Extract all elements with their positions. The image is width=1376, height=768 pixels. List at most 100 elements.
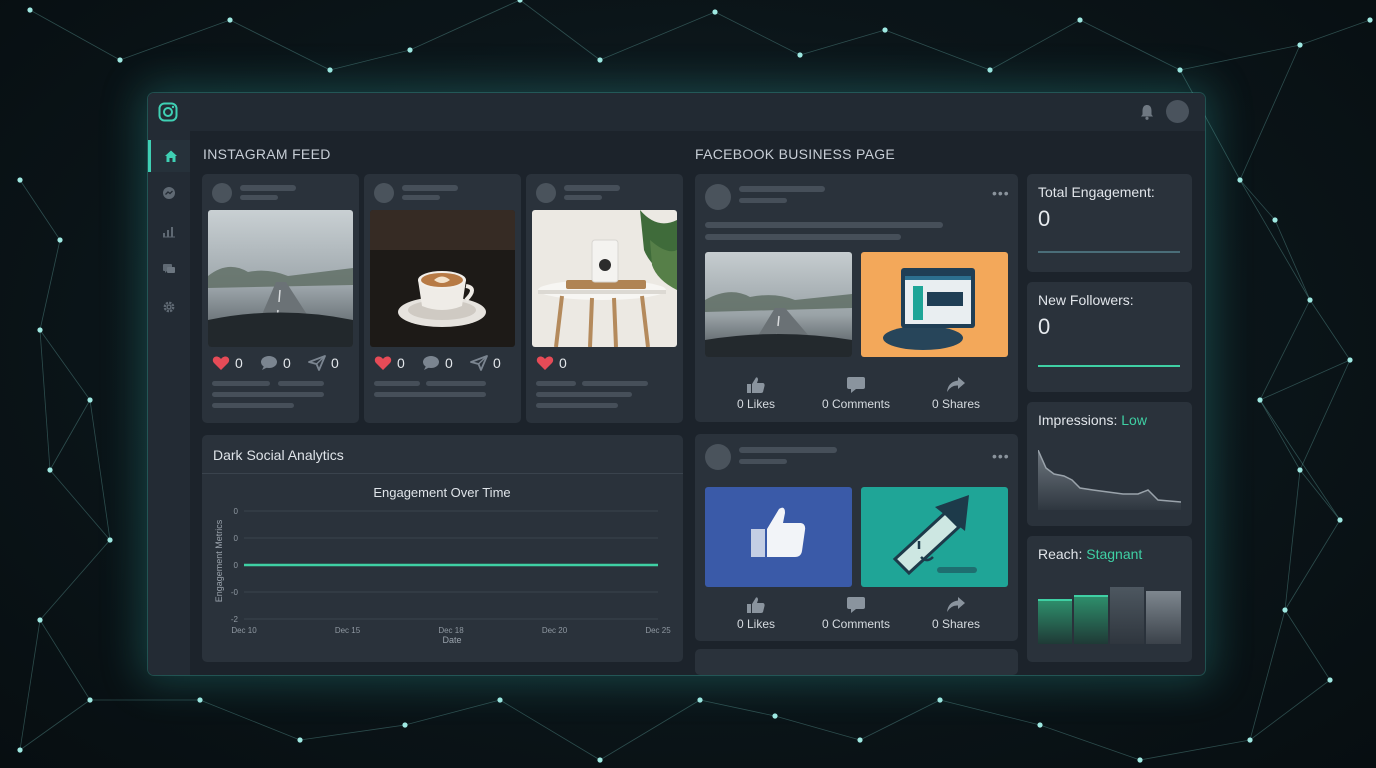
- share-button[interactable]: 0 Shares: [911, 596, 1001, 631]
- metric-label: New Followers:: [1038, 292, 1134, 308]
- comment-count[interactable]: 0: [260, 355, 291, 371]
- y-tick-label: 0: [234, 561, 239, 570]
- heart-icon: [536, 356, 554, 370]
- post-image[interactable]: [705, 487, 852, 587]
- y-tick-label: 0: [234, 507, 239, 516]
- new-followers-card: New Followers: 0: [1027, 282, 1192, 392]
- placeholder-line: [240, 185, 296, 191]
- facebook-post-card[interactable]: ••• 0 Likes 0 Comments 0 Shares: [695, 434, 1018, 641]
- placeholder-line: [582, 381, 648, 386]
- placeholder-line: [739, 186, 825, 192]
- post-image[interactable]: [861, 487, 1008, 587]
- sidebar-item-settings[interactable]: [148, 291, 190, 323]
- sidebar-item-messages[interactable]: [148, 253, 190, 285]
- post-image[interactable]: [532, 210, 677, 347]
- reach-bars: [1038, 587, 1181, 644]
- instagram-post-card[interactable]: 0: [526, 174, 683, 423]
- divider: [202, 473, 683, 474]
- instagram-feed-title: INSTAGRAM FEED: [203, 146, 331, 162]
- total-engagement-card: Total Engagement: 0: [1027, 174, 1192, 272]
- dashboard-window: INSTAGRAM FEED 0 0 0 0 0 0 0 Dark Social…: [148, 93, 1205, 675]
- y-axis-label: Engagement Metrics: [214, 519, 224, 602]
- impressions-card: Impressions: Low: [1027, 402, 1192, 526]
- metric-label: Reach: Stagnant: [1038, 546, 1143, 562]
- reach-card: Reach: Stagnant: [1027, 536, 1192, 662]
- x-tick-label: Dec 20: [542, 626, 568, 635]
- placeholder-line: [426, 381, 486, 386]
- placeholder-line: [402, 185, 458, 191]
- like-count[interactable]: 0: [536, 355, 567, 371]
- placeholder-line: [705, 234, 901, 240]
- placeholder-line: [536, 403, 618, 408]
- placeholder-line: [705, 222, 943, 228]
- placeholder-line: [564, 185, 620, 191]
- more-options-icon[interactable]: •••: [992, 448, 1010, 464]
- sidebar-item-home[interactable]: [148, 140, 190, 172]
- facebook-page-title: FACEBOOK BUSINESS PAGE: [695, 146, 896, 162]
- thumbs-up-icon: [747, 377, 765, 393]
- x-tick-label: Dec 15: [335, 626, 361, 635]
- comment-count[interactable]: 0: [422, 355, 453, 371]
- share-button[interactable]: 0 Shares: [911, 376, 1001, 411]
- post-image[interactable]: [370, 210, 515, 347]
- comment-button[interactable]: 0 Comments: [811, 376, 901, 411]
- like-button[interactable]: 0 Likes: [711, 376, 801, 411]
- home-icon: [164, 150, 177, 162]
- status-text: Low: [1121, 412, 1147, 428]
- y-tick-label: 0: [234, 534, 239, 543]
- sparkline: [1038, 251, 1180, 253]
- placeholder-line: [536, 392, 632, 397]
- send-icon: [470, 355, 488, 371]
- instagram-post-card[interactable]: 0 0 0: [202, 174, 359, 423]
- comment-icon: [847, 597, 865, 613]
- heart-icon: [212, 356, 230, 370]
- placeholder-line: [564, 195, 602, 200]
- metric-label: Total Engagement:: [1038, 184, 1155, 200]
- post-image[interactable]: [705, 252, 852, 357]
- comment-button[interactable]: 0 Comments: [811, 596, 901, 631]
- like-button[interactable]: 0 Likes: [711, 596, 801, 631]
- gear-icon: [163, 301, 175, 313]
- metric-label: Impressions: Low: [1038, 412, 1147, 428]
- send-icon: [308, 355, 326, 371]
- post-avatar: [705, 184, 731, 210]
- more-options-icon[interactable]: •••: [992, 185, 1010, 201]
- share-count[interactable]: 0: [308, 355, 339, 371]
- placeholder-line: [739, 459, 787, 464]
- bar-chart-icon: [163, 227, 175, 238]
- heart-icon: [374, 356, 392, 370]
- impressions-trend: [1038, 450, 1181, 510]
- chat-icon: [163, 264, 175, 273]
- bell-icon[interactable]: [1138, 103, 1156, 121]
- post-avatar: [374, 183, 394, 203]
- share-count[interactable]: 0: [470, 355, 501, 371]
- facebook-post-card[interactable]: ••• 0 Likes 0 Comments 0 Shares: [695, 174, 1018, 422]
- sidebar: [148, 93, 190, 675]
- placeholder-line: [212, 392, 324, 397]
- post-image[interactable]: [861, 252, 1008, 357]
- x-axis-label: Date: [442, 635, 461, 645]
- facebook-post-card[interactable]: [695, 649, 1018, 675]
- placeholder-line: [212, 403, 294, 408]
- analytics-card: Dark Social Analytics Engagement Over Ti…: [202, 435, 683, 662]
- share-arrow-icon: [947, 597, 965, 612]
- placeholder-line: [739, 447, 837, 453]
- messenger-icon: [163, 187, 175, 199]
- sparkline: [1038, 365, 1180, 367]
- y-tick-label: -0: [231, 588, 239, 597]
- avatar[interactable]: [1166, 100, 1189, 123]
- sidebar-item-messenger[interactable]: [148, 177, 190, 209]
- sidebar-item-analytics[interactable]: [148, 215, 190, 247]
- like-count[interactable]: 0: [374, 355, 405, 371]
- placeholder-line: [402, 195, 440, 200]
- x-tick-label: Dec 18: [438, 626, 464, 635]
- placeholder-line: [739, 198, 787, 203]
- instagram-icon[interactable]: [158, 102, 178, 122]
- placeholder-line: [374, 381, 420, 386]
- post-image[interactable]: [208, 210, 353, 347]
- metric-value: 0: [1038, 206, 1051, 231]
- post-avatar: [212, 183, 232, 203]
- comment-icon: [847, 377, 865, 393]
- like-count[interactable]: 0: [212, 355, 243, 371]
- instagram-post-card[interactable]: 0 0 0: [364, 174, 521, 423]
